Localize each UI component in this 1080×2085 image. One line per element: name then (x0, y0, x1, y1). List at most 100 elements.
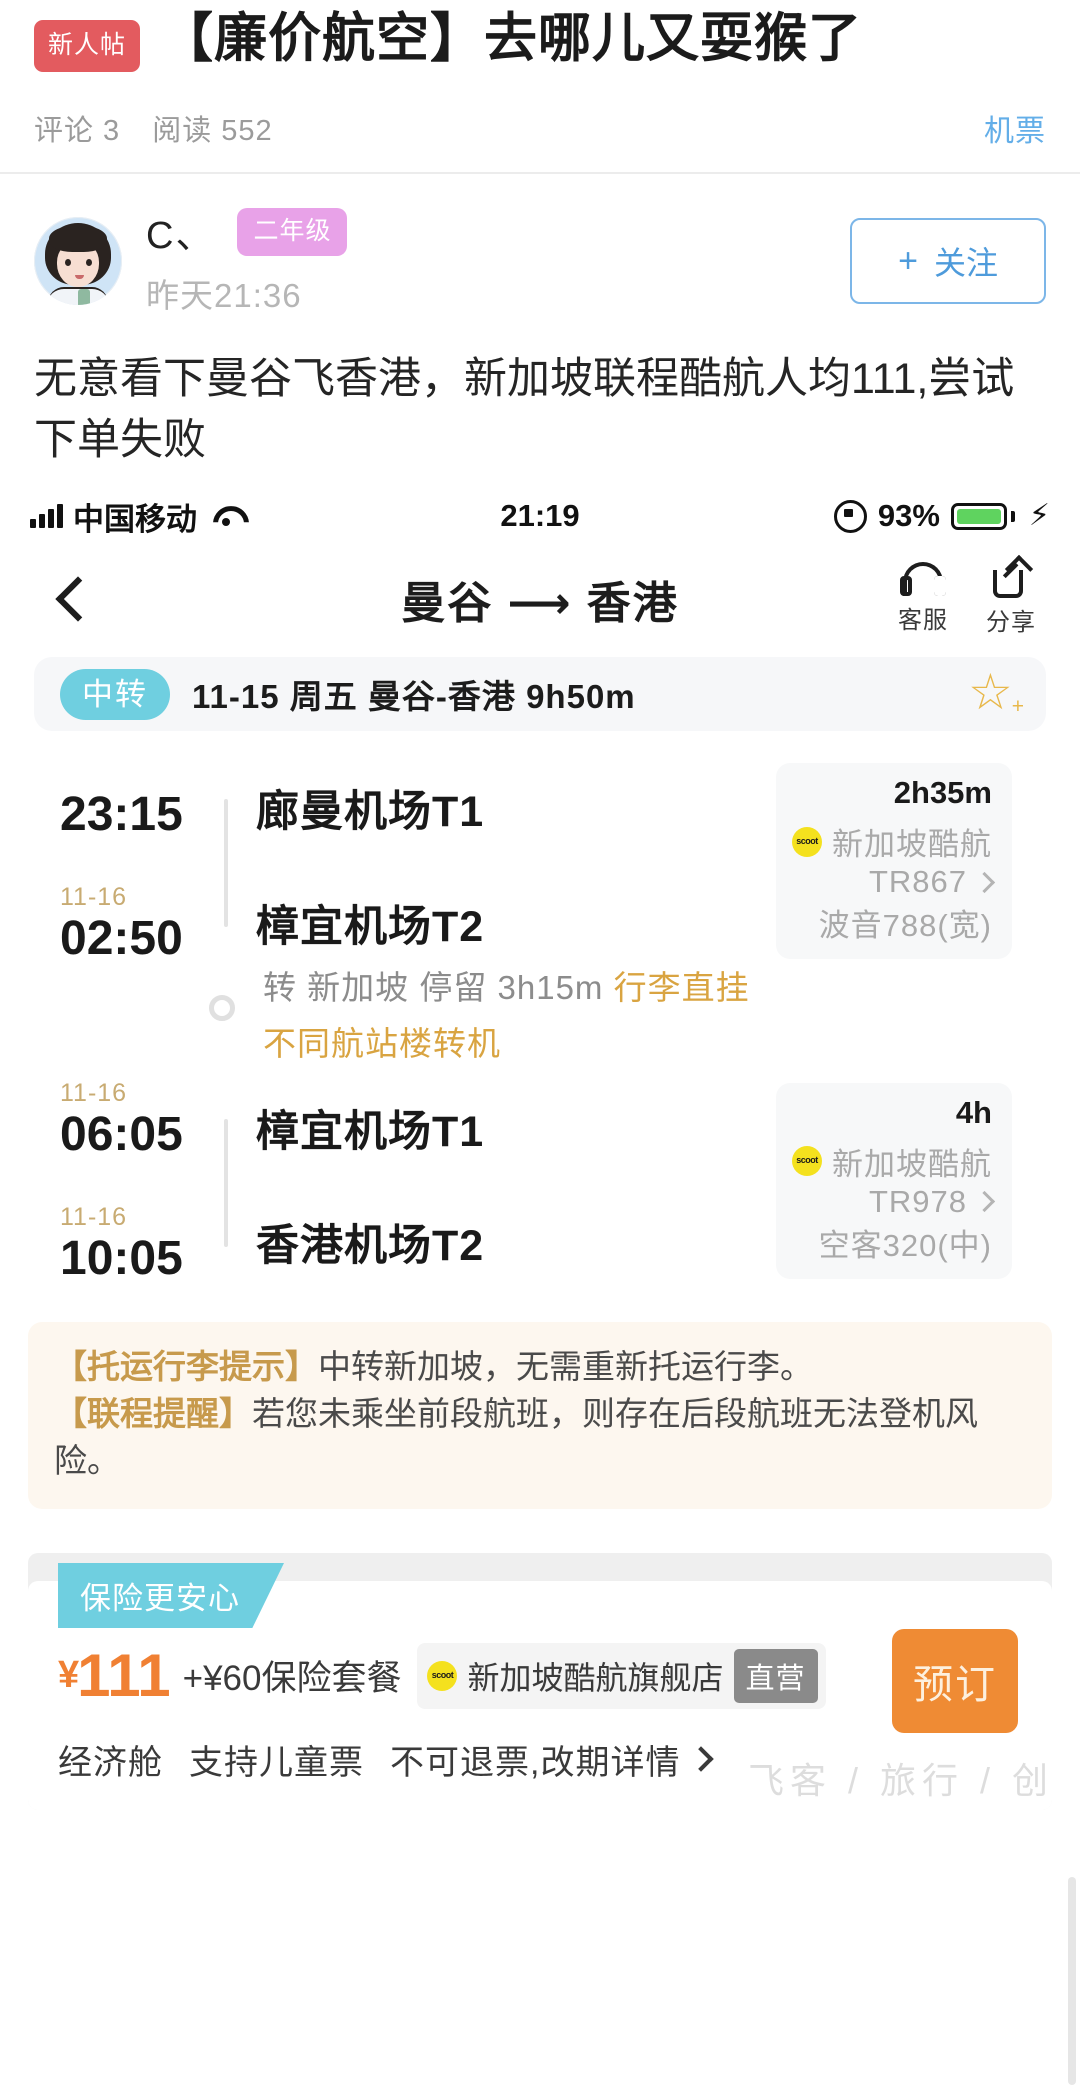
leg1-dep-time: 23:15 (60, 789, 224, 841)
flight-leg-1[interactable]: 23:15 11-16 02:50 廊曼机场T1 樟宜机场T2 2h35m (34, 759, 1046, 965)
notice-line-1: 【托运行李提示】中转新加坡，无需重新托运行李。 (54, 1344, 1026, 1391)
avatar-scarf (78, 289, 90, 305)
transfer-dot-icon (209, 995, 235, 1021)
author-grade-badge: 二年级 (237, 208, 347, 256)
flight-leg-2[interactable]: 11-16 06:05 11-16 10:05 樟宜机场T1 香港机场T2 4h (34, 1079, 1046, 1285)
notice-1-text: 中转新加坡，无需重新托运行李。 (318, 1348, 813, 1385)
status-bar-right: 93% ⚡ (834, 498, 1050, 534)
avatar-fringe (49, 225, 107, 252)
avatar-eye-right (86, 259, 92, 266)
avatar-mouth (75, 275, 84, 279)
price-row: ¥ 111 +¥60保险套餐 新加坡酷航旗舰店 直营 (58, 1643, 1022, 1709)
chevron-right-icon (974, 871, 995, 892)
transfer-line-2: 不同航站楼转机 (263, 1017, 750, 1065)
flight-summary-text: 11-15 周五 曼谷-香港 9h50m (192, 670, 636, 718)
leg2-arr-day: 11-16 (60, 1203, 224, 1233)
leg2-airline-box[interactable]: 4h 新加坡酷航 TR978 空客320(中) (776, 1083, 1012, 1279)
leg1-airline-row: 新加坡酷航 (792, 819, 992, 864)
author-name[interactable]: C、 (146, 204, 215, 259)
baggage-through-tag: 行李直挂 (614, 969, 750, 1006)
leg1-airline-name: 新加坡酷航 (832, 819, 992, 864)
currency-symbol: ¥ (58, 1654, 79, 1697)
fare-feature-cabin: 经济舱 (58, 1735, 163, 1784)
notice-2-highlight: 【联程提醒】 (54, 1395, 252, 1432)
navbar-actions: 客服 分享 (898, 562, 1046, 637)
customer-service-label: 客服 (898, 600, 948, 635)
avatar-eye-left (65, 259, 71, 266)
post-timestamp: 昨天21:36 (146, 269, 347, 317)
author-info: C、 二年级 昨天21:36 (146, 204, 347, 317)
fare-feature-child: 支持儿童票 (189, 1735, 364, 1784)
leg2-airline-name: 新加坡酷航 (832, 1139, 992, 1184)
baggage-notice-box: 【托运行李提示】中转新加坡，无需重新托运行李。 【联程提醒】若您未乘坐前段航班，… (28, 1322, 1052, 1509)
read-count: 阅读 552 (152, 107, 272, 149)
follow-button-label: 关注 (934, 238, 998, 284)
leg1-flight-number-row[interactable]: TR867 (792, 864, 992, 900)
watermark: 飞客 / 旅行 / 创 (748, 1752, 1054, 1804)
page-root: 新人帖 【廉价航空】去哪儿又耍猴了 评论 3 阅读 552 机票 C、 二年级 (0, 0, 1080, 1605)
status-bar-left: 中国移动 (30, 494, 241, 539)
flight-summary-bar[interactable]: 中转 11-15 周五 曼谷-香港 9h50m ☆+ (34, 657, 1046, 731)
back-chevron-icon[interactable] (55, 576, 100, 621)
leg1-duration: 2h35m (792, 775, 992, 811)
transfer-info: 转 新加坡 停留 3h15m 行李直挂 不同航站楼转机 (34, 961, 1046, 1065)
leg2-flight-number-row[interactable]: TR978 (792, 1184, 992, 1220)
notice-1-highlight: 【托运行李提示】 (54, 1348, 318, 1385)
insurance-ribbon: 保险更安心 (58, 1563, 284, 1628)
leg2-arr-time: 10:05 (60, 1233, 224, 1285)
transfer-line-1: 转 新加坡 停留 3h15m 行李直挂 (263, 961, 750, 1009)
carrier-name: 中国移动 (73, 494, 197, 539)
leg1-arr-day: 11-16 (60, 883, 224, 913)
battery-icon (951, 503, 1007, 530)
leg1-dep-day (60, 759, 224, 789)
customer-service-button[interactable]: 客服 (898, 562, 948, 637)
battery-cap-icon (1011, 511, 1015, 522)
status-bar: 中国移动 21:19 93% ⚡ (0, 485, 1080, 547)
scoot-logo-icon (792, 1146, 822, 1176)
star-plus-icon[interactable]: ☆+ (968, 669, 1020, 719)
battery-percent: 93% (878, 498, 940, 534)
leg1-times: 23:15 11-16 02:50 (34, 759, 224, 965)
transfer-stopover: 转 新加坡 停留 3h15m (263, 969, 614, 1006)
signal-bars-icon (30, 504, 63, 528)
store-chip[interactable]: 新加坡酷航旗舰店 直营 (417, 1643, 825, 1709)
post-body-text: 无意看下曼谷飞香港，新加坡联程酷航人均111,尝试下单失败 (0, 343, 1080, 471)
comment-count: 评论 3 (34, 107, 120, 149)
insurance-package-label: +¥60保险套餐 (183, 1650, 402, 1701)
share-icon (992, 562, 1030, 598)
leg2-flight-number: TR978 (869, 1184, 967, 1220)
scrollbar[interactable] (1068, 1877, 1076, 2085)
itinerary: 23:15 11-16 02:50 廊曼机场T1 樟宜机场T2 2h35m (0, 759, 1080, 1284)
post-title-row: 新人帖 【廉价航空】去哪儿又耍猴了 (34, 14, 1046, 72)
leg1-flight-number: TR867 (869, 864, 967, 900)
leg2-times: 11-16 06:05 11-16 10:05 (34, 1079, 224, 1285)
share-button[interactable]: 分享 (986, 562, 1036, 637)
chevron-right-icon (974, 1191, 995, 1212)
app-navbar: 曼谷 ⟶ 香港 客服 分享 (0, 547, 1080, 651)
direct-sales-tag: 直营 (734, 1649, 818, 1703)
fare-feature-refund: 不可退票,改期详情 (390, 1735, 680, 1784)
transfer-text-block: 转 新加坡 停留 3h15m 行李直挂 不同航站楼转机 (263, 961, 750, 1065)
leg1-airline-box[interactable]: 2h35m 新加坡酷航 TR867 波音788(宽) (776, 763, 1012, 959)
book-button[interactable]: 预订 (892, 1629, 1018, 1733)
author-name-row: C、 二年级 (146, 204, 347, 259)
wifi-icon (211, 504, 241, 528)
plus-icon: + (898, 244, 918, 278)
leg2-aircraft: 空客320(中) (792, 1220, 992, 1265)
chevron-right-icon (689, 1747, 714, 1772)
rotation-lock-icon (834, 500, 867, 533)
follow-button[interactable]: + 关注 (850, 218, 1046, 304)
leg2-duration: 4h (792, 1095, 992, 1131)
author-row: C、 二年级 昨天21:36 + 关注 (0, 174, 1080, 343)
store-name: 新加坡酷航旗舰店 (467, 1653, 723, 1699)
scoot-logo-icon (427, 1661, 457, 1691)
leg2-dep-day: 11-16 (60, 1079, 224, 1109)
leg1-aircraft: 波音788(宽) (792, 900, 992, 945)
post-header: 新人帖 【廉价航空】去哪儿又耍猴了 评论 3 阅读 552 机票 (0, 0, 1080, 172)
avatar[interactable] (34, 217, 122, 305)
leg2-dep-time: 06:05 (60, 1109, 224, 1161)
newbie-badge: 新人帖 (34, 20, 140, 72)
category-link[interactable]: 机票 (984, 106, 1046, 150)
transfer-chip: 中转 (60, 669, 170, 720)
page-title: 【廉价航空】去哪儿又耍猴了 (160, 10, 862, 67)
